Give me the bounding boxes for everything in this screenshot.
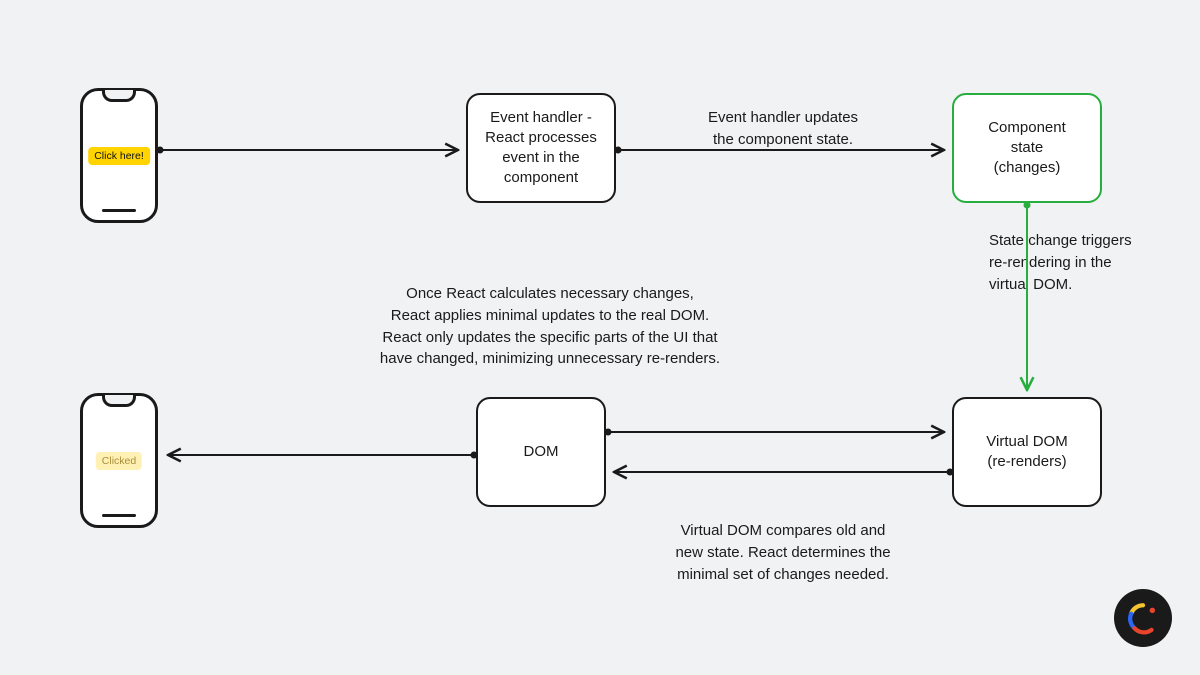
brand-logo-icon: [1126, 601, 1160, 635]
phone-notch-icon: [102, 90, 136, 102]
phone-before: Click here!: [80, 88, 158, 223]
label-state-to-vdom: State change triggersre-rendering in the…: [989, 230, 1169, 295]
node-text: Componentstate(changes): [988, 118, 1066, 179]
node-dom: DOM: [476, 397, 606, 507]
phone-homebar-icon: [102, 514, 136, 517]
label-dom-update: Once React calculates necessary changes,…: [355, 283, 745, 370]
phone-after: Clicked: [80, 393, 158, 528]
node-text: Virtual DOM(re-renders): [986, 432, 1067, 473]
label-event-to-state: Event handler updatesthe component state…: [648, 107, 918, 151]
node-virtual-dom: Virtual DOM(re-renders): [952, 397, 1102, 507]
node-text: Event handler -React processesevent in t…: [485, 108, 597, 189]
node-event-handler: Event handler -React processesevent in t…: [466, 93, 616, 203]
node-text: DOM: [524, 442, 559, 462]
node-component-state: Componentstate(changes): [952, 93, 1102, 203]
phone-homebar-icon: [102, 209, 136, 212]
phone-button-after: Clicked: [96, 452, 142, 470]
label-vdom-to-dom: Virtual DOM compares old andnew state. R…: [638, 520, 928, 585]
phone-button-before: Click here!: [88, 147, 150, 165]
brand-logo: [1114, 589, 1172, 647]
phone-notch-icon: [102, 395, 136, 407]
